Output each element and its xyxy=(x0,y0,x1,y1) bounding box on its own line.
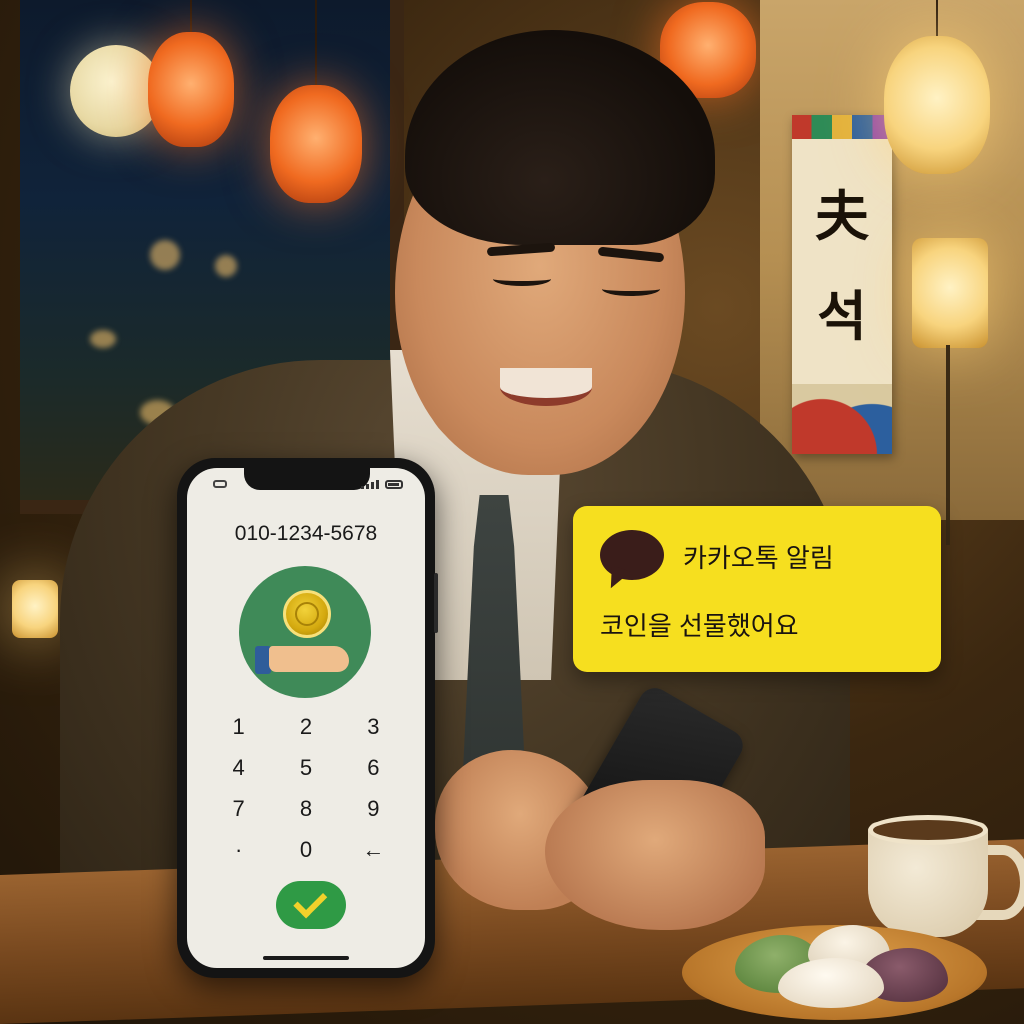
phone-number-display: 010-1234-5678 xyxy=(234,522,378,545)
coin-icon xyxy=(283,590,331,638)
coin-hand-icon xyxy=(239,566,371,698)
lantern-cord xyxy=(315,0,317,88)
banner-wave xyxy=(792,384,892,454)
smile xyxy=(500,368,592,406)
red-lantern xyxy=(148,32,234,147)
paper-lamp xyxy=(912,238,988,348)
open-hand-icon xyxy=(269,646,349,672)
cup-rim xyxy=(868,815,988,845)
key-3[interactable]: 3 xyxy=(340,713,407,741)
eye xyxy=(493,272,551,286)
paper-lantern xyxy=(884,36,990,174)
notification-title: 카카오톡 알림 xyxy=(683,543,834,573)
banner-char: 夫 xyxy=(815,184,869,248)
key-backspace[interactable]: ← xyxy=(340,836,407,864)
key-9[interactable]: 9 xyxy=(340,795,407,823)
key-2[interactable]: 2 xyxy=(272,713,339,741)
key-4[interactable]: 4 xyxy=(205,754,272,782)
side-button xyxy=(434,573,438,633)
phone-mockup: 010-1234-5678 1 2 3 4 5 6 7 8 9 · 0 ← xyxy=(177,458,438,978)
city-light xyxy=(90,330,116,348)
home-indicator xyxy=(263,956,349,960)
red-lantern xyxy=(270,85,362,203)
table-lamp xyxy=(12,580,58,638)
kakaotalk-notification[interactable]: 카카오톡 알림 코인을 선물했어요 xyxy=(573,506,941,672)
speech-bubble-icon xyxy=(600,530,664,580)
key-1[interactable]: 1 xyxy=(205,713,272,741)
key-5[interactable]: 5 xyxy=(272,754,339,782)
city-light xyxy=(215,255,237,277)
lantern-cord xyxy=(936,0,938,40)
lamp-pole xyxy=(946,345,950,545)
phone-screen: 010-1234-5678 1 2 3 4 5 6 7 8 9 · 0 ← xyxy=(187,468,425,968)
key-dot[interactable]: · xyxy=(205,836,272,864)
key-0[interactable]: 0 xyxy=(272,836,339,864)
key-7[interactable]: 7 xyxy=(205,795,272,823)
chuseok-banner: 夫 석 xyxy=(792,115,892,454)
battery-icon xyxy=(385,480,403,489)
eye xyxy=(602,282,660,296)
banner-char: 석 xyxy=(817,284,867,348)
check-icon xyxy=(293,884,328,919)
confirm-button[interactable] xyxy=(276,881,346,929)
camera-status-icon xyxy=(213,480,227,488)
lantern-cord xyxy=(190,0,192,35)
phone-notch xyxy=(244,468,370,490)
key-8[interactable]: 8 xyxy=(272,795,339,823)
notification-message: 코인을 선물했어요 xyxy=(600,611,799,641)
city-light xyxy=(150,240,180,270)
numeric-keypad: 1 2 3 4 5 6 7 8 9 · 0 ← xyxy=(205,713,407,864)
photo-scene: 夫 석 010-1234-5678 1 2 3 4 5 6 7 8 9 · 0 … xyxy=(0,0,1024,1024)
key-6[interactable]: 6 xyxy=(340,754,407,782)
signal-icon xyxy=(361,480,379,489)
